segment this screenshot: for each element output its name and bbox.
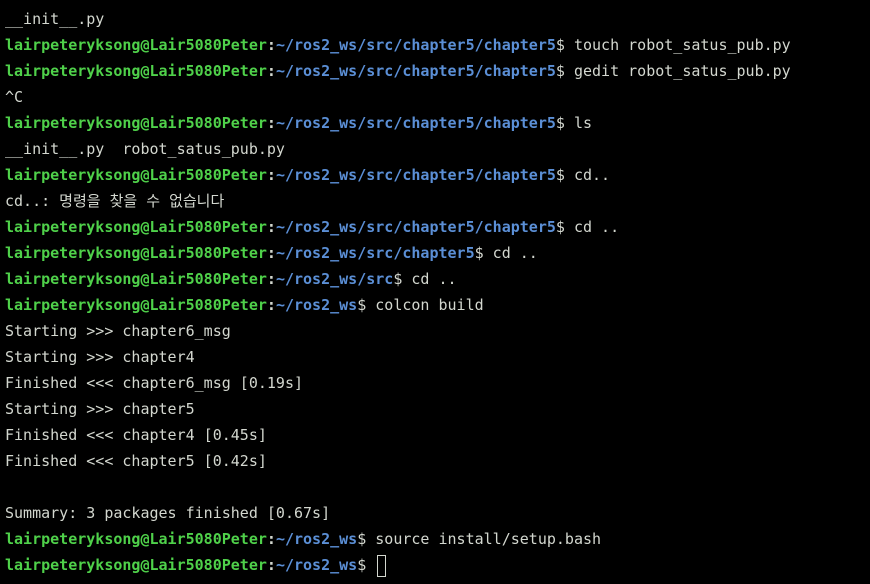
command-text: touch robot_satus_pub.py — [564, 36, 791, 54]
command-text: cd .. — [483, 244, 538, 262]
output-text: ^C — [5, 88, 24, 106]
output-text: Starting >>> chapter6_msg — [5, 322, 231, 340]
prompt-line: lairpeteryksong@Lair5080Peter:~/ros2_ws$… — [5, 292, 870, 318]
prompt-path: ~/ros2_ws — [275, 296, 358, 314]
prompt-separator: : — [266, 166, 276, 184]
prompt-dollar: $ — [357, 296, 367, 314]
output-line: cd..: 명령을 찾을 수 없습니다 — [5, 188, 870, 214]
command-text: ls — [564, 114, 593, 132]
output-line: Starting >>> chapter6_msg — [5, 318, 870, 344]
output-line: __init__.py — [5, 6, 870, 32]
output-line: ^C — [5, 84, 870, 110]
prompt-dollar: $ — [474, 244, 484, 262]
output-line: Finished <<< chapter5 [0.42s] — [5, 448, 870, 474]
prompt-dollar: $ — [357, 556, 367, 574]
output-line: Finished <<< chapter4 [0.45s] — [5, 422, 870, 448]
prompt-dollar: $ — [555, 114, 565, 132]
prompt-user-host: lairpeteryksong@Lair5080Peter — [5, 62, 267, 80]
prompt-separator: : — [266, 114, 276, 132]
prompt-user-host: lairpeteryksong@Lair5080Peter — [5, 166, 267, 184]
prompt-path: ~/ros2_ws/src/chapter5/chapter5 — [275, 62, 556, 80]
prompt-line: lairpeteryksong@Lair5080Peter:~/ros2_ws/… — [5, 240, 870, 266]
output-text: Finished <<< chapter5 [0.42s] — [5, 452, 267, 470]
command-text: cd .. — [564, 218, 620, 236]
prompt-line: lairpeteryksong@Lair5080Peter:~/ros2_ws/… — [5, 162, 870, 188]
output-line: Finished <<< chapter6_msg [0.19s] — [5, 370, 870, 396]
output-text: __init__.py robot_satus_pub.py — [5, 140, 285, 158]
prompt-line: lairpeteryksong@Lair5080Peter:~/ros2_ws/… — [5, 214, 870, 240]
output-line: Starting >>> chapter5 — [5, 396, 870, 422]
output-text: Starting >>> chapter5 — [5, 400, 195, 418]
prompt-separator: : — [266, 270, 276, 288]
command-text: cd .. — [402, 270, 457, 288]
prompt-separator: : — [266, 530, 276, 548]
command-text: cd.. — [564, 166, 611, 184]
prompt-line: lairpeteryksong@Lair5080Peter:~/ros2_ws$ — [5, 552, 870, 578]
output-line: Summary: 3 packages finished [0.67s] — [5, 500, 870, 526]
prompt-path: ~/ros2_ws/src/chapter5/chapter5 — [275, 36, 556, 54]
prompt-path: ~/ros2_ws/src/chapter5/chapter5 — [275, 218, 556, 236]
prompt-separator: : — [266, 556, 276, 574]
prompt-separator: : — [266, 244, 276, 262]
prompt-user-host: lairpeteryksong@Lair5080Peter — [5, 270, 267, 288]
command-text: gedit robot_satus_pub.py — [564, 62, 791, 80]
prompt-user-host: lairpeteryksong@Lair5080Peter — [5, 218, 267, 236]
prompt-dollar: $ — [555, 218, 565, 236]
prompt-path: ~/ros2_ws — [275, 530, 358, 548]
output-text: Starting >>> chapter4 — [5, 348, 195, 366]
prompt-dollar: $ — [555, 62, 565, 80]
prompt-path: ~/ros2_ws/src/chapter5/chapter5 — [275, 114, 556, 132]
prompt-line: lairpeteryksong@Lair5080Peter:~/ros2_ws/… — [5, 58, 870, 84]
prompt-path: ~/ros2_ws — [275, 556, 358, 574]
prompt-user-host: lairpeteryksong@Lair5080Peter — [5, 114, 267, 132]
prompt-path: ~/ros2_ws/src/chapter5 — [275, 244, 475, 262]
prompt-user-host: lairpeteryksong@Lair5080Peter — [5, 244, 267, 262]
output-text: __init__.py — [5, 10, 105, 28]
output-text: Finished <<< chapter6_msg [0.19s] — [5, 374, 304, 392]
prompt-line: lairpeteryksong@Lair5080Peter:~/ros2_ws/… — [5, 32, 870, 58]
prompt-dollar: $ — [555, 36, 565, 54]
prompt-line: lairpeteryksong@Lair5080Peter:~/ros2_ws$… — [5, 526, 870, 552]
prompt-line: lairpeteryksong@Lair5080Peter:~/ros2_ws/… — [5, 266, 870, 292]
terminal-output: __init__.py lairpeteryksong@Lair5080Peter… — [5, 6, 870, 578]
prompt-separator: : — [266, 36, 276, 54]
output-text: Summary: 3 packages finished [0.67s] — [5, 504, 331, 522]
prompt-line: lairpeteryksong@Lair5080Peter:~/ros2_ws/… — [5, 110, 870, 136]
command-text: colcon build — [366, 296, 484, 314]
output-line: __init__.py robot_satus_pub.py — [5, 136, 870, 162]
prompt-separator: : — [266, 218, 276, 236]
command-text[interactable] — [366, 556, 375, 574]
terminal-window[interactable]: __init__.py lairpeteryksong@Lair5080Peter… — [0, 0, 870, 584]
prompt-user-host: lairpeteryksong@Lair5080Peter — [5, 296, 267, 314]
prompt-dollar: $ — [555, 166, 565, 184]
prompt-separator: : — [266, 296, 276, 314]
output-line: Starting >>> chapter4 — [5, 344, 870, 370]
output-text: Finished <<< chapter4 [0.45s] — [5, 426, 267, 444]
prompt-path: ~/ros2_ws/src — [275, 270, 394, 288]
output-text: cd..: 명령을 찾을 수 없습니다 — [5, 192, 225, 210]
text-cursor[interactable] — [377, 554, 387, 577]
prompt-separator: : — [266, 62, 276, 80]
prompt-user-host: lairpeteryksong@Lair5080Peter — [5, 556, 267, 574]
prompt-user-host: lairpeteryksong@Lair5080Peter — [5, 530, 267, 548]
prompt-user-host: lairpeteryksong@Lair5080Peter — [5, 36, 267, 54]
prompt-path: ~/ros2_ws/src/chapter5/chapter5 — [275, 166, 556, 184]
command-text: source install/setup.bash — [366, 530, 602, 548]
prompt-dollar: $ — [357, 530, 367, 548]
